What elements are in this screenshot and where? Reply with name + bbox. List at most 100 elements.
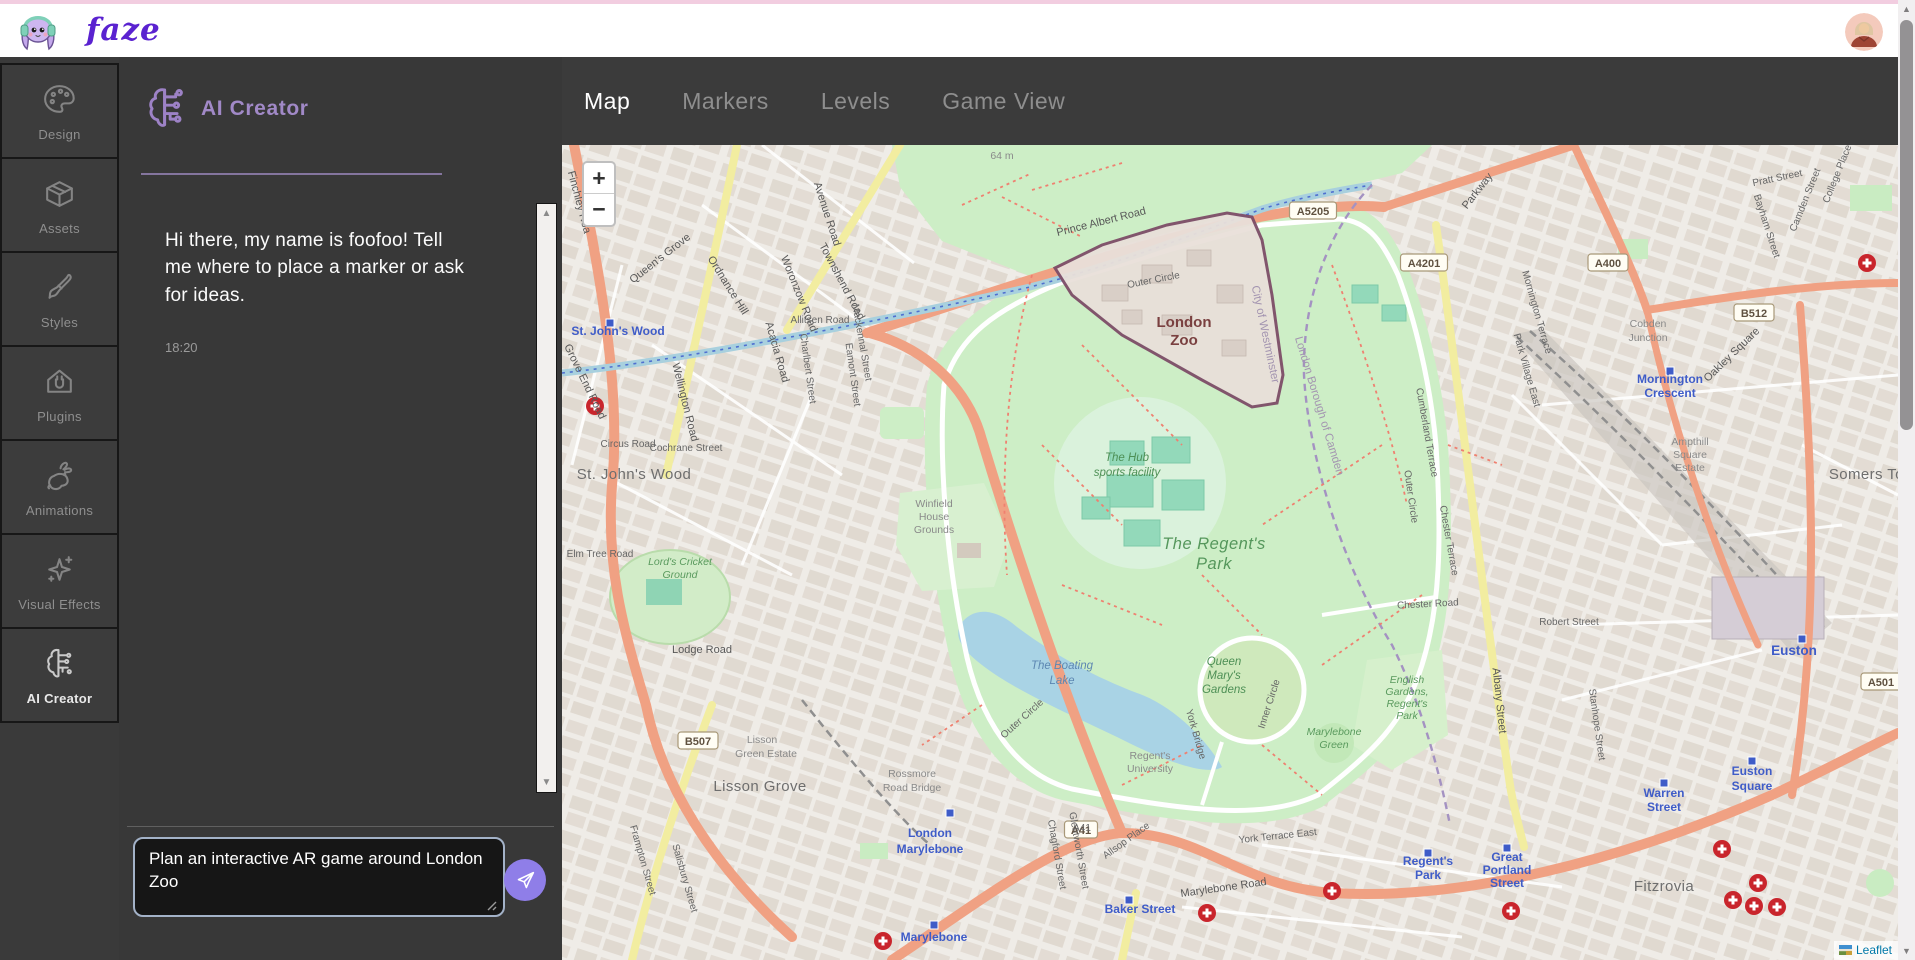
map-label: London: [1157, 314, 1212, 331]
map-label: Street: [1490, 876, 1524, 890]
map-label: St. John's Wood: [577, 466, 691, 483]
map-label: Lord's Cricket: [648, 556, 713, 568]
road-badge: B512: [1734, 304, 1774, 321]
sidebar-item-label: Design: [38, 127, 80, 142]
map-label: The Regent's: [1162, 535, 1266, 553]
map-label: Ground: [662, 569, 698, 581]
sidebar-item-label: AI Creator: [27, 691, 93, 706]
map-label: English: [1390, 674, 1425, 686]
leaflet-logo-icon: [1839, 945, 1852, 955]
road-badge: A5205: [1290, 202, 1337, 219]
sidebar-item-plugins[interactable]: Plugins: [0, 345, 119, 441]
scroll-up-icon[interactable]: ▲: [1898, 1, 1915, 17]
map-label: Regent's: [1403, 854, 1454, 868]
map-label: Green Estate: [735, 748, 797, 760]
brand-title: faze: [86, 12, 161, 48]
chat-scroll-up-icon[interactable]: ▲: [537, 208, 556, 219]
zoom-in-button[interactable]: +: [584, 163, 614, 194]
hospital-marker-icon: [1323, 882, 1341, 900]
hospital-marker-icon: [1198, 904, 1216, 922]
map-label: Marylebone: [1307, 726, 1362, 738]
tab-map[interactable]: Map: [584, 88, 630, 115]
svg-text:B512: B512: [1741, 308, 1767, 320]
map-label: Lisson Grove: [713, 778, 806, 795]
road-badge: A400: [1588, 254, 1628, 271]
send-button[interactable]: [504, 859, 546, 901]
map-label: Robert Street: [1539, 617, 1599, 628]
panel-divider: [141, 173, 442, 175]
tab-markers[interactable]: Markers: [682, 88, 769, 115]
palette-icon: [41, 81, 78, 118]
leaflet-attribution-link[interactable]: Leaflet: [1856, 943, 1892, 957]
input-divider: [127, 826, 554, 827]
map-label: Allitsen Road: [791, 315, 850, 326]
sidebar-item-label: Styles: [41, 315, 78, 330]
panel-title: AI Creator: [201, 97, 309, 121]
map-label: Cobden: [1630, 318, 1667, 330]
map-label: Mary's: [1207, 670, 1241, 682]
textarea-resize-handle[interactable]: [485, 898, 497, 910]
map-label: Great: [1491, 850, 1522, 864]
sidebar-item-ai-creator[interactable]: AI Creator: [0, 627, 119, 723]
zoom-out-button[interactable]: −: [584, 194, 614, 225]
hospital-marker-icon: [874, 932, 892, 950]
map-label: Road Bridge: [883, 782, 942, 794]
station-marker: [930, 921, 938, 929]
map-label: The Boating: [1031, 660, 1094, 672]
sidebar-item-styles[interactable]: Styles: [0, 251, 119, 347]
map-label: Gardens,: [1385, 686, 1428, 698]
map-label: Elm Tree Road: [567, 549, 634, 560]
sidebar-item-animations[interactable]: Animations: [0, 439, 119, 535]
map-label: Green: [1319, 739, 1348, 751]
hospital-marker-icon: [1749, 874, 1767, 892]
brush-icon: [41, 269, 78, 306]
map-label: Square: [1673, 449, 1707, 461]
chat-scrollbar[interactable]: ▲ ▼: [536, 203, 557, 793]
page-scrollbar-thumb[interactable]: [1900, 20, 1913, 430]
tab-levels[interactable]: Levels: [821, 88, 890, 115]
box-icon: [41, 175, 78, 212]
chat-input[interactable]: Plan an interactive AR game around Londo…: [133, 837, 505, 917]
map-label: Park: [1415, 868, 1441, 882]
hospital-marker-icon: [1858, 254, 1876, 272]
hospital-marker-icon: [1724, 891, 1742, 909]
tab-game-view[interactable]: Game View: [942, 88, 1065, 115]
chat-scroll-down-icon[interactable]: ▼: [537, 777, 556, 788]
map-label: Mornington: [1637, 372, 1703, 386]
hospital-marker-icon: [1502, 902, 1520, 920]
map-label: The Hub: [1105, 452, 1150, 464]
page-scrollbar[interactable]: ▲ ▼: [1898, 0, 1915, 960]
hospital-marker-icon: [1745, 897, 1763, 915]
svg-text:A501: A501: [1868, 677, 1894, 689]
map-label: Fitzrovia: [1634, 878, 1695, 895]
map-canvas[interactable]: A5205A4201A400B512B507A41A501 Finchley R…: [562, 145, 1898, 960]
sidebar-item-design[interactable]: Design: [0, 63, 119, 159]
top-bar: faze: [0, 0, 1915, 57]
left-sidebar: Design Assets Styles PluginsAnimationsVisua…: [0, 57, 119, 960]
map-label: Baker Street: [1105, 902, 1176, 916]
hospital-marker-icon: [1713, 840, 1731, 858]
faze-mascot-logo-icon: [14, 11, 62, 60]
sidebar-item-assets[interactable]: Assets: [0, 157, 119, 253]
map-label: Zoo: [1170, 332, 1198, 349]
map-label: Warren: [1644, 786, 1685, 800]
map-label: Cochrane Street: [650, 443, 723, 454]
plugin-icon: [41, 363, 78, 400]
map-label: Estate: [1675, 462, 1705, 474]
sidebar-item-visual-effects[interactable]: Visual Effects: [0, 533, 119, 629]
road-badge: B507: [678, 732, 718, 749]
map-label: Circus Road: [600, 439, 655, 450]
map-label: Lisson: [747, 734, 778, 746]
map-label: Park: [1196, 555, 1232, 573]
ai-brain-icon: [41, 645, 78, 682]
scroll-down-icon[interactable]: ▼: [1898, 943, 1915, 959]
map-label: 64 m: [990, 150, 1014, 162]
map-label: Street: [1647, 800, 1681, 814]
map-label: Queen: [1207, 656, 1242, 668]
map-label: Euston: [1771, 643, 1817, 658]
map-label: Regent's: [1129, 750, 1170, 762]
rabbit-icon: [41, 457, 78, 494]
map-label: Square: [1732, 779, 1773, 793]
map-label: A41: [1073, 823, 1091, 834]
user-avatar[interactable]: [1845, 13, 1883, 51]
